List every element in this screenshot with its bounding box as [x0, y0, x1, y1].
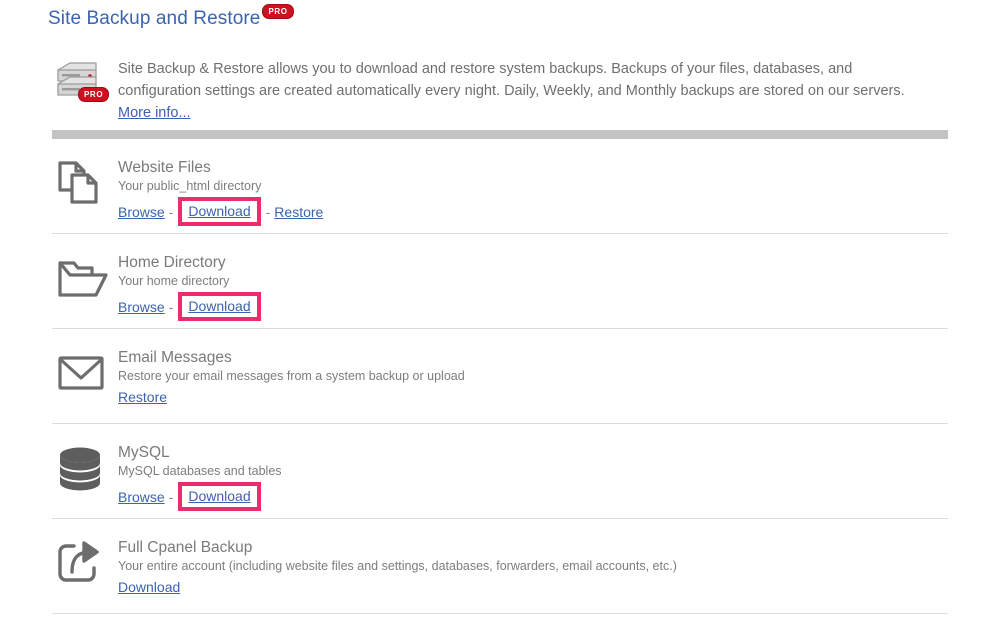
intro-text: Site Backup & Restore allows you to down…: [118, 56, 905, 123]
row-body: Home Directory Your home directory Brows…: [118, 251, 262, 321]
row-title: Email Messages: [118, 349, 232, 366]
restore-link-email-messages[interactable]: Restore: [118, 387, 167, 407]
row-links: Browse - Download: [118, 292, 262, 321]
row-description: Your entire account (including website f…: [118, 559, 677, 573]
row-links: Browse - Download: [118, 482, 282, 511]
row-divider: [52, 613, 948, 614]
page-title: Site Backup and Restore: [48, 8, 261, 29]
pro-badge: PRO: [262, 4, 294, 19]
row-body: Website Files Your public_html directory…: [118, 156, 323, 226]
intro-block: PRO Site Backup & Restore allows you to …: [52, 56, 952, 123]
row-links: Browse - Download - Restore: [118, 197, 323, 226]
documents-icon: [52, 156, 114, 212]
browse-link-website-files[interactable]: Browse: [118, 202, 165, 222]
page-title-wrap: Site Backup and Restore PRO: [48, 4, 294, 30]
intro-pro-badge: PRO: [78, 87, 110, 102]
row-description: Restore your email messages from a syste…: [118, 369, 465, 383]
section-divider-bar: [52, 130, 948, 139]
database-icon: [52, 441, 114, 497]
row-body: MySQL MySQL databases and tables Browse …: [118, 441, 282, 511]
row-divider: [52, 423, 948, 424]
intro-line-1: Site Backup & Restore allows you to down…: [118, 61, 853, 77]
envelope-icon: [52, 346, 114, 402]
server-stack-icon: PRO: [52, 56, 110, 108]
row-description: Your public_html directory: [118, 179, 262, 193]
download-highlight-mysql: Download: [178, 482, 261, 511]
site-backup-and-restore-page: Site Backup and Restore PRO PRO Site Bac…: [0, 0, 1000, 630]
intro-line-2: configuration settings are created autom…: [118, 83, 905, 99]
row-links: Restore: [118, 387, 465, 407]
link-separator: -: [168, 488, 174, 505]
folder-icon: [52, 251, 114, 307]
row-full-cpanel-backup: Full Cpanel Backup Your entire account (…: [52, 536, 948, 597]
download-link-full-cpanel-backup[interactable]: Download: [118, 577, 180, 597]
row-divider: [52, 518, 948, 519]
download-highlight-website-files: Download: [178, 197, 261, 226]
row-title: Home Directory: [118, 254, 226, 271]
row-title: Full Cpanel Backup: [118, 539, 253, 556]
row-website-files: Website Files Your public_html directory…: [52, 156, 948, 226]
share-export-icon: [52, 536, 114, 592]
row-body: Full Cpanel Backup Your entire account (…: [118, 536, 677, 597]
link-separator: -: [168, 203, 174, 220]
row-body: Email Messages Restore your email messag…: [118, 346, 465, 407]
restore-link-website-files[interactable]: Restore: [274, 202, 323, 222]
row-home-directory: Home Directory Your home directory Brows…: [52, 251, 948, 321]
row-title: MySQL: [118, 444, 170, 461]
link-separator: -: [168, 298, 174, 315]
download-link-home-directory[interactable]: Download: [188, 298, 250, 314]
download-highlight-home-directory: Download: [178, 292, 261, 321]
row-email-messages: Email Messages Restore your email messag…: [52, 346, 948, 407]
row-description: Your home directory: [118, 274, 230, 288]
download-link-mysql[interactable]: Download: [188, 488, 250, 504]
row-divider: [52, 233, 948, 234]
more-info-link[interactable]: More info...: [118, 103, 191, 123]
row-description: MySQL databases and tables: [118, 464, 282, 478]
download-link-website-files[interactable]: Download: [188, 203, 250, 219]
row-mysql: MySQL MySQL databases and tables Browse …: [52, 441, 948, 511]
browse-link-mysql[interactable]: Browse: [118, 487, 165, 507]
link-separator: -: [265, 203, 271, 220]
row-links: Download: [118, 577, 677, 597]
row-divider: [52, 328, 948, 329]
browse-link-home-directory[interactable]: Browse: [118, 297, 165, 317]
row-title: Website Files: [118, 159, 211, 176]
